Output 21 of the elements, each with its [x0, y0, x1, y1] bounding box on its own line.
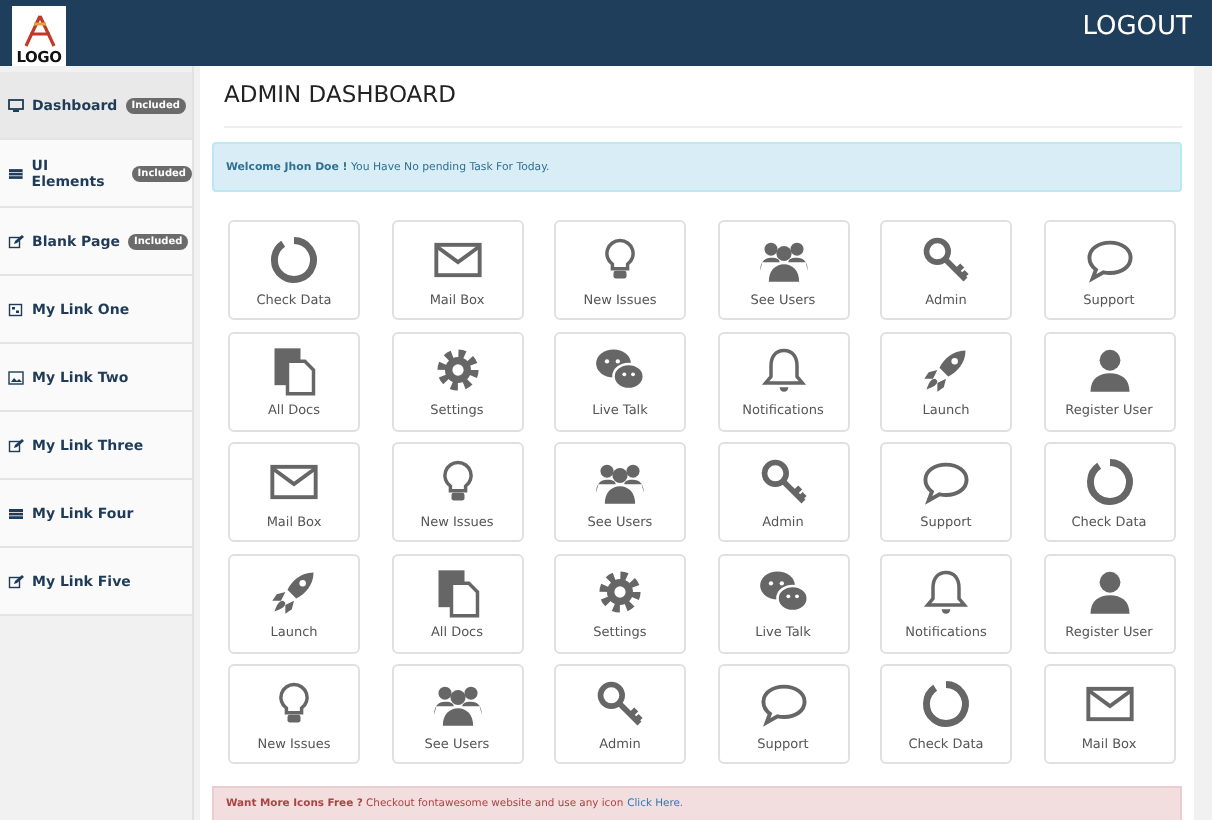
grid-icon — [8, 301, 24, 317]
gear-icon — [431, 344, 483, 396]
monitor-icon — [8, 97, 24, 113]
ring-icon — [1083, 455, 1135, 507]
key-icon — [920, 233, 972, 285]
image-icon — [8, 369, 24, 385]
gear-icon — [594, 566, 646, 618]
ring-icon — [268, 233, 320, 285]
ring-icon — [920, 677, 972, 729]
a-frame-icon — [21, 14, 57, 48]
key-icon — [594, 677, 646, 729]
logout-link[interactable]: LOGOUT — [1082, 12, 1192, 42]
edit-icon — [8, 437, 24, 453]
table-icon — [8, 165, 24, 181]
edit-icon — [8, 573, 24, 589]
key-icon — [757, 455, 809, 507]
page-title: ADMIN DASHBOARD — [224, 80, 1182, 128]
edit-icon — [8, 233, 24, 249]
table-icon — [8, 505, 24, 521]
bell-icon — [757, 344, 809, 396]
bell-icon — [920, 566, 972, 618]
